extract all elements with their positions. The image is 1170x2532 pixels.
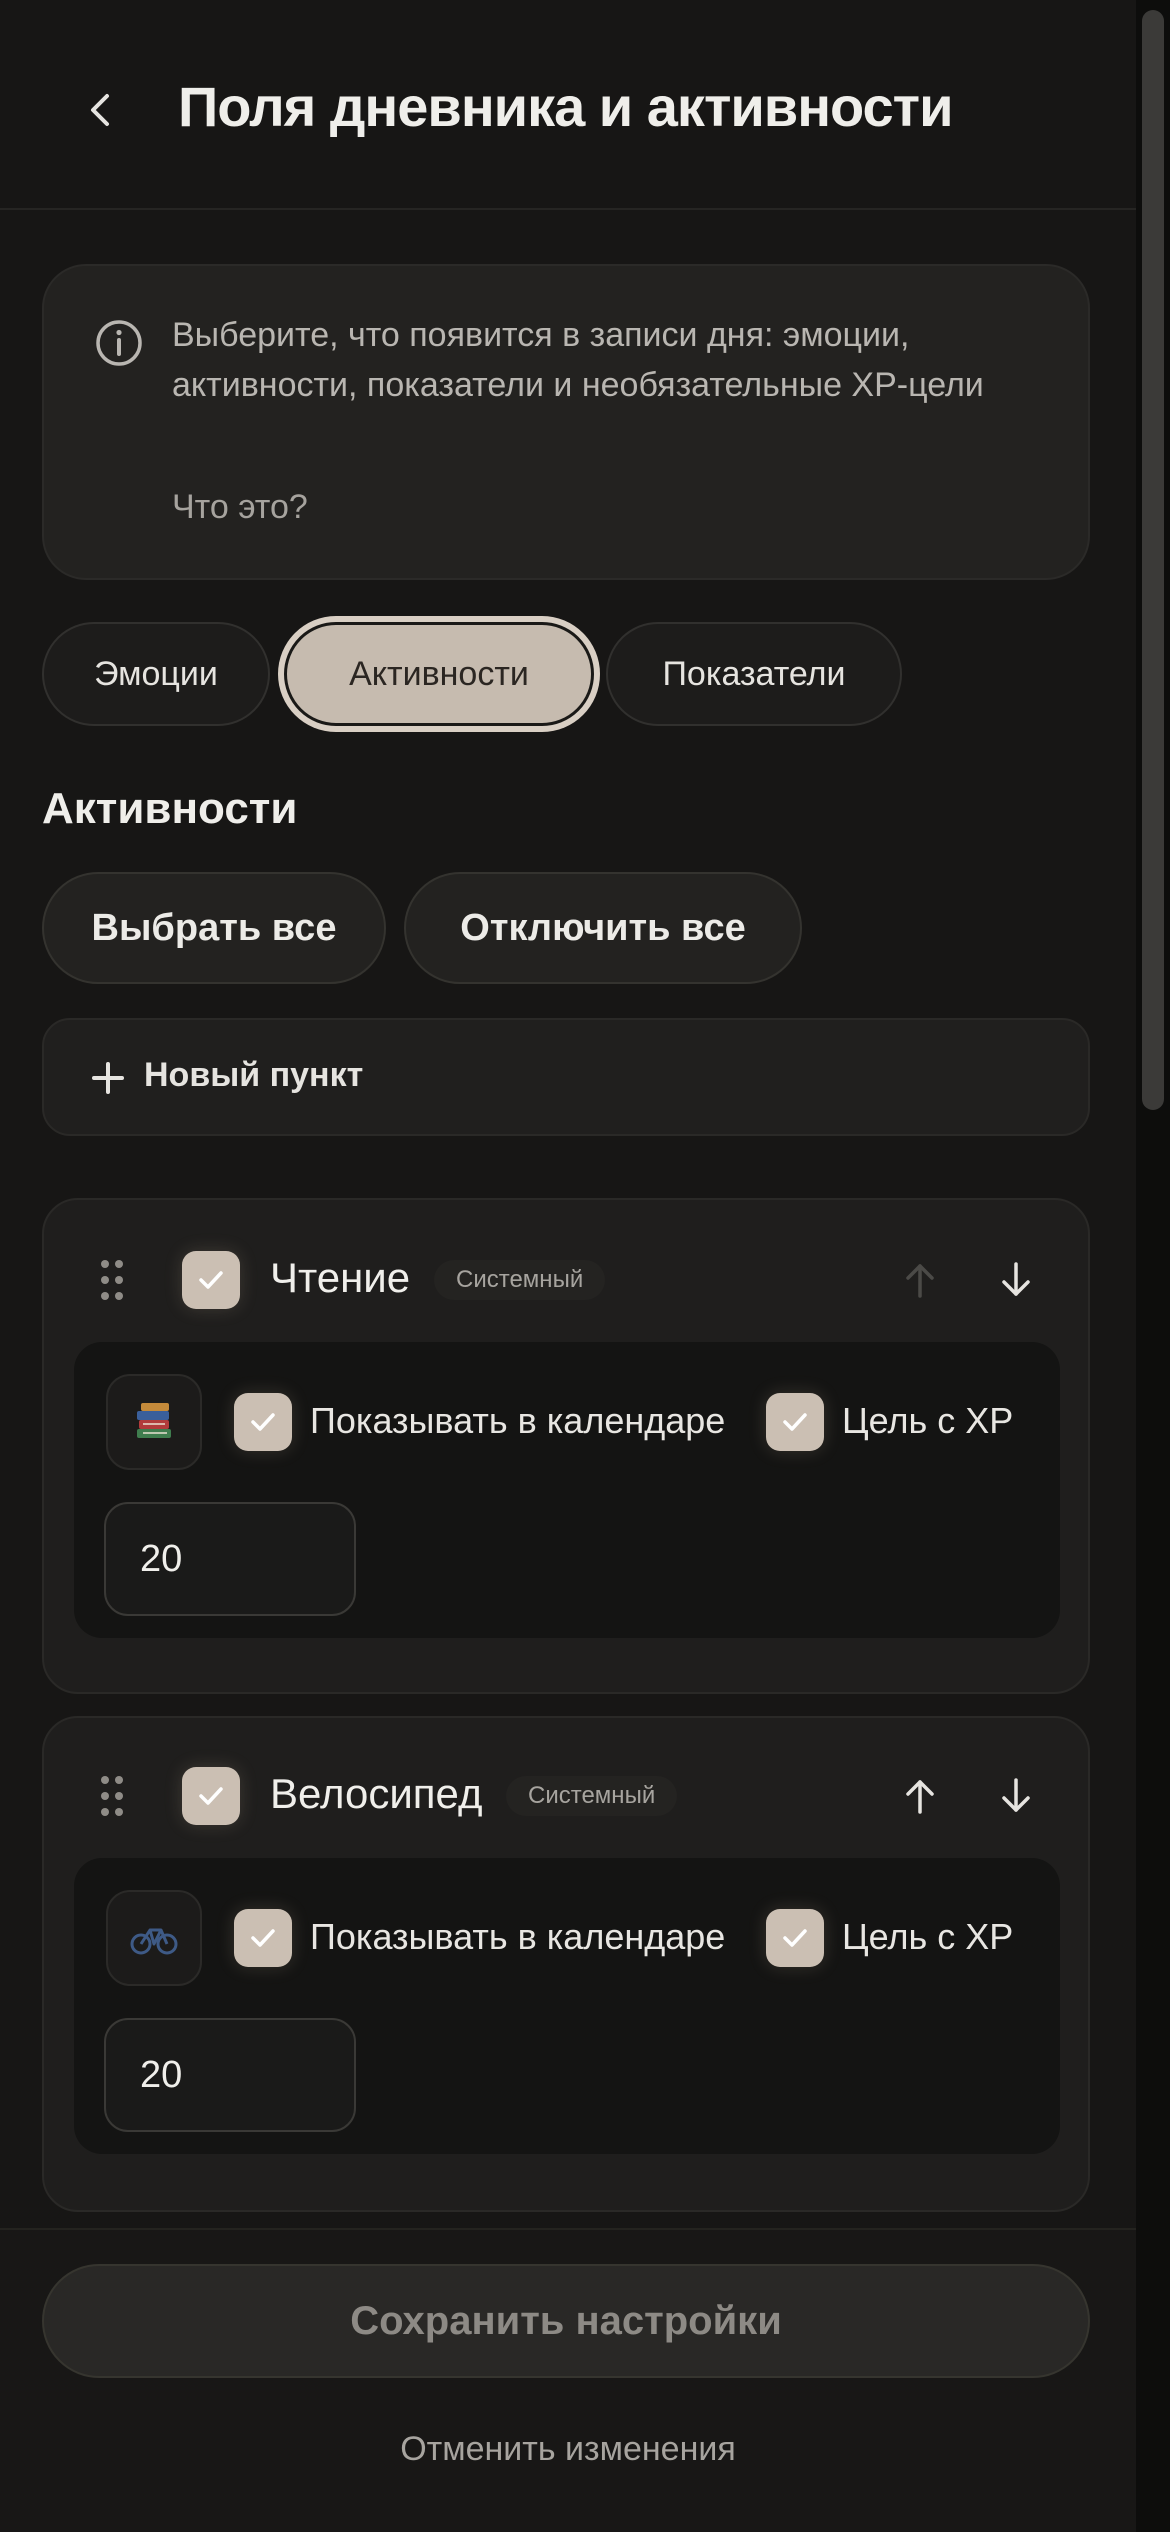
system-badge: Системный [434, 1260, 606, 1300]
show-in-calendar-checkbox[interactable] [234, 1393, 292, 1451]
bicycle-icon[interactable] [106, 1890, 202, 1986]
arrow-down-icon [1002, 1262, 1030, 1296]
footer: Сохранить настройки Отменить изменения [0, 2228, 1136, 2532]
books-icon[interactable] [106, 1374, 202, 1470]
activity-card-reading: Чтение Системный Показывать в календаре … [42, 1198, 1090, 1694]
move-up-button[interactable] [892, 1768, 948, 1824]
section-title: Активности [42, 784, 298, 833]
new-item-label: Новый пункт [144, 1056, 364, 1094]
show-in-calendar-label: Показывать в календаре [310, 1400, 726, 1441]
header: Поля дневника и активности [0, 0, 1136, 210]
move-down-button[interactable] [988, 1252, 1044, 1308]
tab-emotions[interactable]: Эмоции [42, 622, 270, 726]
xp-goal-checkbox[interactable] [766, 1909, 824, 1967]
check-icon [251, 1929, 275, 1947]
chevron-left-icon [91, 94, 109, 126]
activity-card-bicycle: Велосипед Системный Показывать в календа… [42, 1716, 1090, 2212]
check-icon [783, 1929, 807, 1947]
check-icon [783, 1413, 807, 1431]
check-icon [199, 1271, 223, 1289]
activity-options-panel: Показывать в календаре Цель с XP 20 [74, 1858, 1060, 2154]
drag-handle-icon[interactable] [98, 1258, 126, 1302]
goal-value-input[interactable]: 20 [104, 1502, 356, 1616]
xp-goal-checkbox[interactable] [766, 1393, 824, 1451]
back-button[interactable] [70, 80, 130, 140]
info-icon [96, 320, 142, 366]
bicycle-emoji-icon [130, 1928, 178, 1955]
show-in-calendar-checkbox[interactable] [234, 1909, 292, 1967]
cancel-changes-link[interactable]: Отменить изменения [0, 2430, 1136, 2469]
show-in-calendar-label: Показывать в календаре [310, 1916, 726, 1957]
arrow-up-icon [906, 1780, 934, 1814]
new-item-button[interactable]: Новый пункт [42, 1018, 1090, 1136]
screen: Поля дневника и активности Выберите, что… [0, 0, 1170, 2532]
select-all-button[interactable]: Выбрать все [42, 872, 386, 984]
books-emoji-icon [137, 1403, 171, 1438]
disable-all-button[interactable]: Отключить все [404, 872, 802, 984]
plus-icon [92, 1062, 124, 1094]
activity-enabled-checkbox[interactable] [182, 1251, 240, 1309]
activity-name: Чтение [270, 1254, 411, 1301]
tab-activities[interactable]: Активности [284, 622, 594, 726]
page-title: Поля дневника и активности [178, 75, 954, 138]
drag-handle-icon[interactable] [98, 1774, 126, 1818]
activity-name: Велосипед [270, 1770, 483, 1817]
check-icon [251, 1413, 275, 1431]
move-down-button[interactable] [988, 1768, 1044, 1824]
activity-options-panel: Показывать в календаре Цель с XP 20 [74, 1342, 1060, 1638]
check-icon [199, 1787, 223, 1805]
move-up-button[interactable] [892, 1252, 948, 1308]
xp-goal-label: Цель с XP [842, 1400, 1014, 1441]
tab-metrics[interactable]: Показатели [606, 622, 902, 726]
goal-value-input[interactable]: 20 [104, 2018, 356, 2132]
system-badge: Системный [506, 1776, 678, 1816]
arrow-up-icon [906, 1264, 934, 1298]
activity-enabled-checkbox[interactable] [182, 1767, 240, 1825]
info-card: Выберите, что появится в записи дня: эмо… [42, 264, 1090, 580]
xp-goal-label: Цель с XP [842, 1916, 1014, 1957]
info-text: Выберите, что появится в записи дня: эмо… [172, 316, 984, 404]
scrollbar-thumb[interactable] [1142, 10, 1164, 1110]
save-settings-button[interactable]: Сохранить настройки [42, 2264, 1090, 2378]
what-is-this-link[interactable]: Что это? [172, 488, 308, 527]
arrow-down-icon [1002, 1778, 1030, 1812]
